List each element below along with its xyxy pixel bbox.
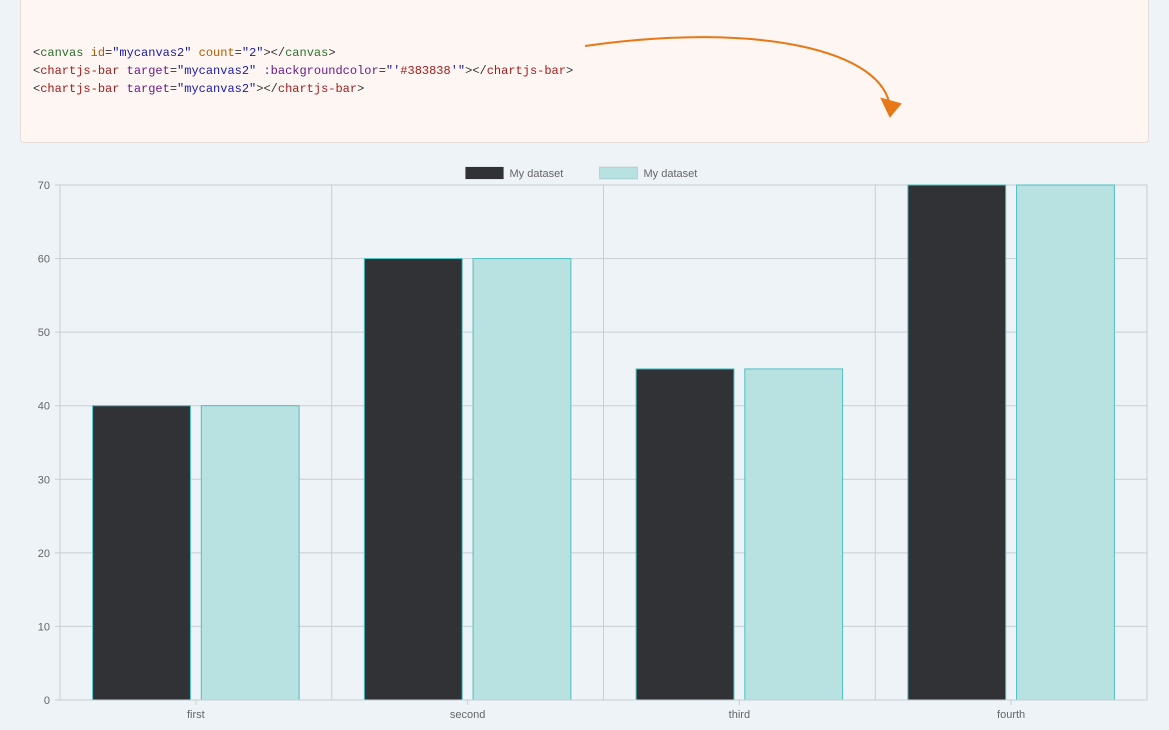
legend-label: My dataset <box>644 168 698 180</box>
y-tick-label: 20 <box>38 548 50 560</box>
x-tick-label: first <box>187 709 205 721</box>
legend-swatch <box>466 167 504 179</box>
y-tick-label: 50 <box>38 327 50 339</box>
y-tick-label: 70 <box>38 180 50 192</box>
bar-chart: 0 10 20 30 40 50 60 70 first second third fourth My … <box>20 155 1149 730</box>
y-tick-label: 60 <box>38 254 50 266</box>
y-tick-label: 10 <box>38 621 50 633</box>
x-tick-label: second <box>450 709 485 721</box>
bar <box>1017 185 1115 700</box>
legend-swatch <box>600 167 638 179</box>
bar <box>93 406 191 700</box>
y-tick-label: 40 <box>38 401 50 413</box>
code-line: <canvas id="mycanvas2" count="2"></canva… <box>33 44 1136 62</box>
x-tick-label: fourth <box>997 709 1025 721</box>
bar <box>636 369 734 700</box>
bar <box>364 259 462 700</box>
code-line: <chartjs-bar target="mycanvas2"></chartj… <box>33 80 1136 98</box>
bar <box>908 185 1006 700</box>
y-tick-label: 0 <box>44 695 50 707</box>
bar <box>745 369 843 700</box>
code-line: <chartjs-bar target="mycanvas2" :backgro… <box>33 62 1136 80</box>
y-tick-label: 30 <box>38 474 50 486</box>
bar <box>473 259 571 700</box>
legend-label: My dataset <box>510 168 564 180</box>
x-tick-label: third <box>729 709 750 721</box>
bar <box>201 406 299 700</box>
code-snippet: <canvas id="mycanvas2" count="2"></canva… <box>20 0 1149 143</box>
